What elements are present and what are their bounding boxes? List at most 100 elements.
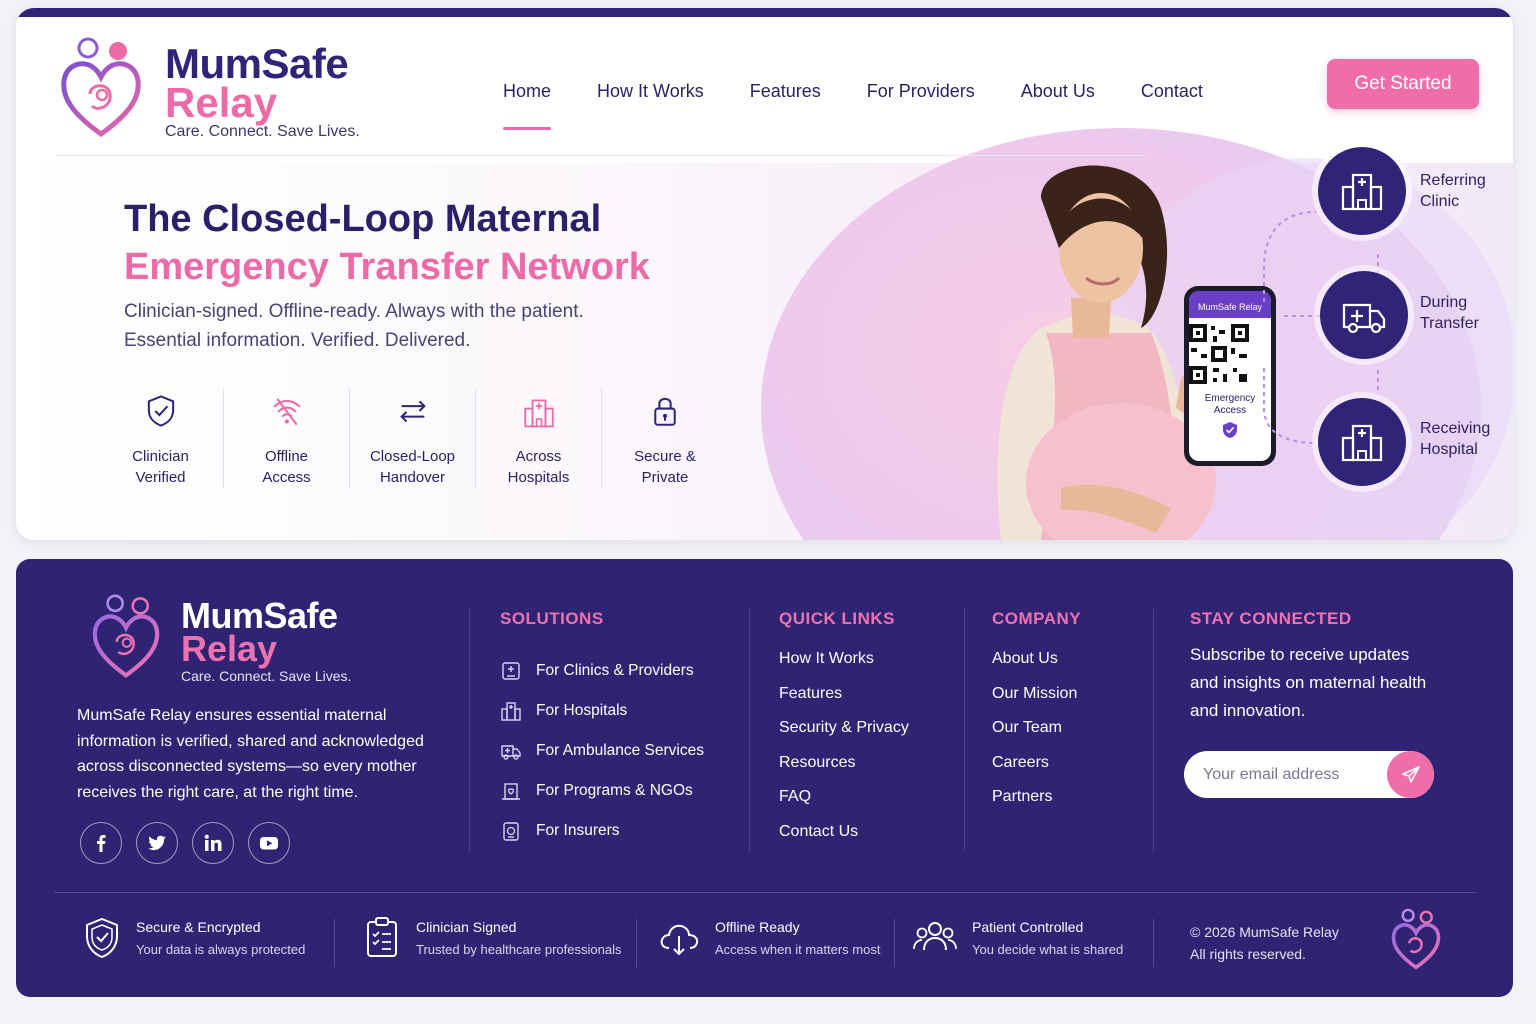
solution-hospitals[interactable]: For Hospitals: [500, 691, 704, 731]
trust-clinician: Clinician Signed Trusted by healthcare pr…: [362, 916, 621, 960]
brand-name-line2: Relay: [165, 79, 278, 126]
trust-divider: [334, 919, 335, 967]
facebook-icon: [97, 835, 106, 852]
solution-label: For Insurers: [536, 822, 620, 839]
hospital-icon: [501, 702, 521, 721]
trust-divider: [1153, 919, 1154, 967]
users-icon: [913, 922, 957, 951]
shield-icon: [1223, 422, 1237, 438]
twitter-icon: [148, 835, 166, 851]
trust-desc: Trusted by healthcare professionals: [416, 942, 622, 957]
trust-patient: Patient Controlled You decide what is sha…: [912, 916, 1123, 960]
solution-label: For Programs & NGOs: [536, 782, 693, 799]
top-accent-bar: [16, 8, 1513, 17]
solution-clinics[interactable]: For Clinics & Providers: [500, 651, 704, 691]
hero-subtitle-line2: Essential information. Verified. Deliver…: [124, 330, 471, 351]
swap-arrows-icon: [399, 400, 426, 423]
feature-label: Secure & Private: [634, 448, 696, 486]
lock-icon: [654, 397, 676, 426]
mumsafe-logo-icon: [92, 594, 160, 678]
solution-insurers[interactable]: For Insurers: [500, 811, 704, 851]
cloud-download-icon: [660, 924, 699, 956]
solution-label: For Clinics & Providers: [536, 662, 694, 679]
trust-title: Offline Ready: [715, 919, 800, 935]
feature-closed-loop: Closed-Loop Handover: [350, 388, 476, 488]
link-features[interactable]: Features: [779, 685, 909, 720]
stay-connected-heading: STAY CONNECTED: [1190, 609, 1352, 628]
link-security-privacy[interactable]: Security & Privacy: [779, 719, 909, 754]
link-partners[interactable]: Partners: [992, 788, 1077, 823]
email-input[interactable]: [1184, 765, 1384, 784]
brand-tagline: Care. Connect. Save Lives.: [165, 123, 360, 140]
linkedin-link[interactable]: [192, 822, 234, 864]
social-links: [80, 822, 290, 864]
footer-divider: [469, 609, 470, 851]
twitter-link[interactable]: [136, 822, 178, 864]
nav-about-us[interactable]: About Us: [1021, 78, 1095, 118]
feature-list: Clinician Verified Offline Access Closed…: [98, 388, 728, 488]
hospital-icon: [523, 399, 554, 428]
link-our-team[interactable]: Our Team: [992, 719, 1077, 754]
hero-title-line1: The Closed-Loop Maternal: [124, 198, 602, 240]
footer-brand-line2: Relay: [181, 628, 278, 669]
feature-label: Closed-Loop Handover: [369, 448, 456, 486]
step-label-transfer: During Transfer: [1420, 294, 1479, 332]
trust-title: Patient Controlled: [972, 919, 1084, 935]
step-receiving-hospital: [1318, 398, 1406, 486]
trust-desc: You decide what is shared: [972, 942, 1124, 957]
nav-how-it-works[interactable]: How It Works: [597, 78, 704, 118]
solution-ambulance[interactable]: For Ambulance Services: [500, 731, 704, 771]
facebook-link[interactable]: [80, 822, 122, 864]
company-heading: COMPANY: [992, 609, 1082, 628]
solutions-list: For Clinics & Providers For Hospitals Fo…: [500, 651, 704, 851]
feature-label: Clinician Verified: [132, 448, 189, 486]
ambulance-icon: [501, 745, 521, 760]
shield-check-icon: [86, 917, 118, 959]
insurance-document-icon: [503, 822, 519, 841]
link-faq[interactable]: FAQ: [779, 788, 909, 823]
hero-subtitle-line1: Clinician-signed. Offline-ready. Always …: [124, 301, 584, 322]
solution-programs[interactable]: For Programs & NGOs: [500, 771, 704, 811]
youtube-link[interactable]: [248, 822, 290, 864]
qr-code-icon: [1189, 324, 1249, 384]
link-resources[interactable]: Resources: [779, 754, 909, 789]
link-our-mission[interactable]: Our Mission: [992, 685, 1077, 720]
solutions-heading: SOLUTIONS: [500, 609, 604, 628]
hero-title-line2: Emergency Transfer Network: [124, 246, 650, 288]
feature-label: Offline Access: [262, 448, 311, 486]
nav-features[interactable]: Features: [750, 78, 821, 118]
nav-contact[interactable]: Contact: [1141, 78, 1203, 118]
copyright: © 2026 MumSafe Relay All rights reserved…: [1190, 924, 1339, 962]
link-how-it-works[interactable]: How It Works: [779, 650, 909, 685]
footer-divider: [1153, 609, 1154, 851]
nav-home[interactable]: Home: [503, 78, 552, 130]
step-during-transfer: [1320, 271, 1408, 359]
clinic-icon: [502, 662, 520, 680]
link-contact-us[interactable]: Contact Us: [779, 823, 909, 858]
mumsafe-logo-icon: [1391, 908, 1441, 970]
subscribe-button[interactable]: [1387, 751, 1434, 798]
link-careers[interactable]: Careers: [992, 754, 1077, 789]
feature-across-hospitals: Across Hospitals: [476, 388, 602, 488]
step-label-referring: Referring Clinic: [1420, 172, 1486, 210]
link-about-us[interactable]: About Us: [992, 650, 1077, 685]
quick-links-heading: QUICK LINKS: [779, 609, 895, 628]
get-started-button[interactable]: Get Started: [1327, 59, 1479, 109]
trust-secure: Secure & Encrypted Your data is always pr…: [82, 916, 305, 960]
hero-card: MumSafe Relay Care. Connect. Save Lives.…: [16, 8, 1513, 540]
trust-divider: [894, 919, 895, 967]
newsletter-form: [1184, 751, 1434, 798]
shield-check-icon: [147, 395, 174, 427]
footer-bottom-divider: [54, 892, 1476, 893]
stay-connected-text: Subscribe to receive updates and insight…: [1190, 645, 1427, 720]
clipboard-check-icon: [367, 917, 397, 957]
footer-divider: [749, 609, 750, 851]
trust-desc: Your data is always protected: [136, 942, 306, 957]
step-label-receiving: Receiving Hospital: [1420, 420, 1491, 458]
wifi-off-icon: [272, 398, 301, 426]
hospital-building-icon: [1341, 424, 1383, 462]
solution-label: For Ambulance Services: [536, 742, 704, 759]
nav-for-providers[interactable]: For Providers: [867, 78, 975, 118]
solution-label: For Hospitals: [536, 702, 628, 719]
feature-secure-private: Secure & Private: [602, 388, 728, 488]
